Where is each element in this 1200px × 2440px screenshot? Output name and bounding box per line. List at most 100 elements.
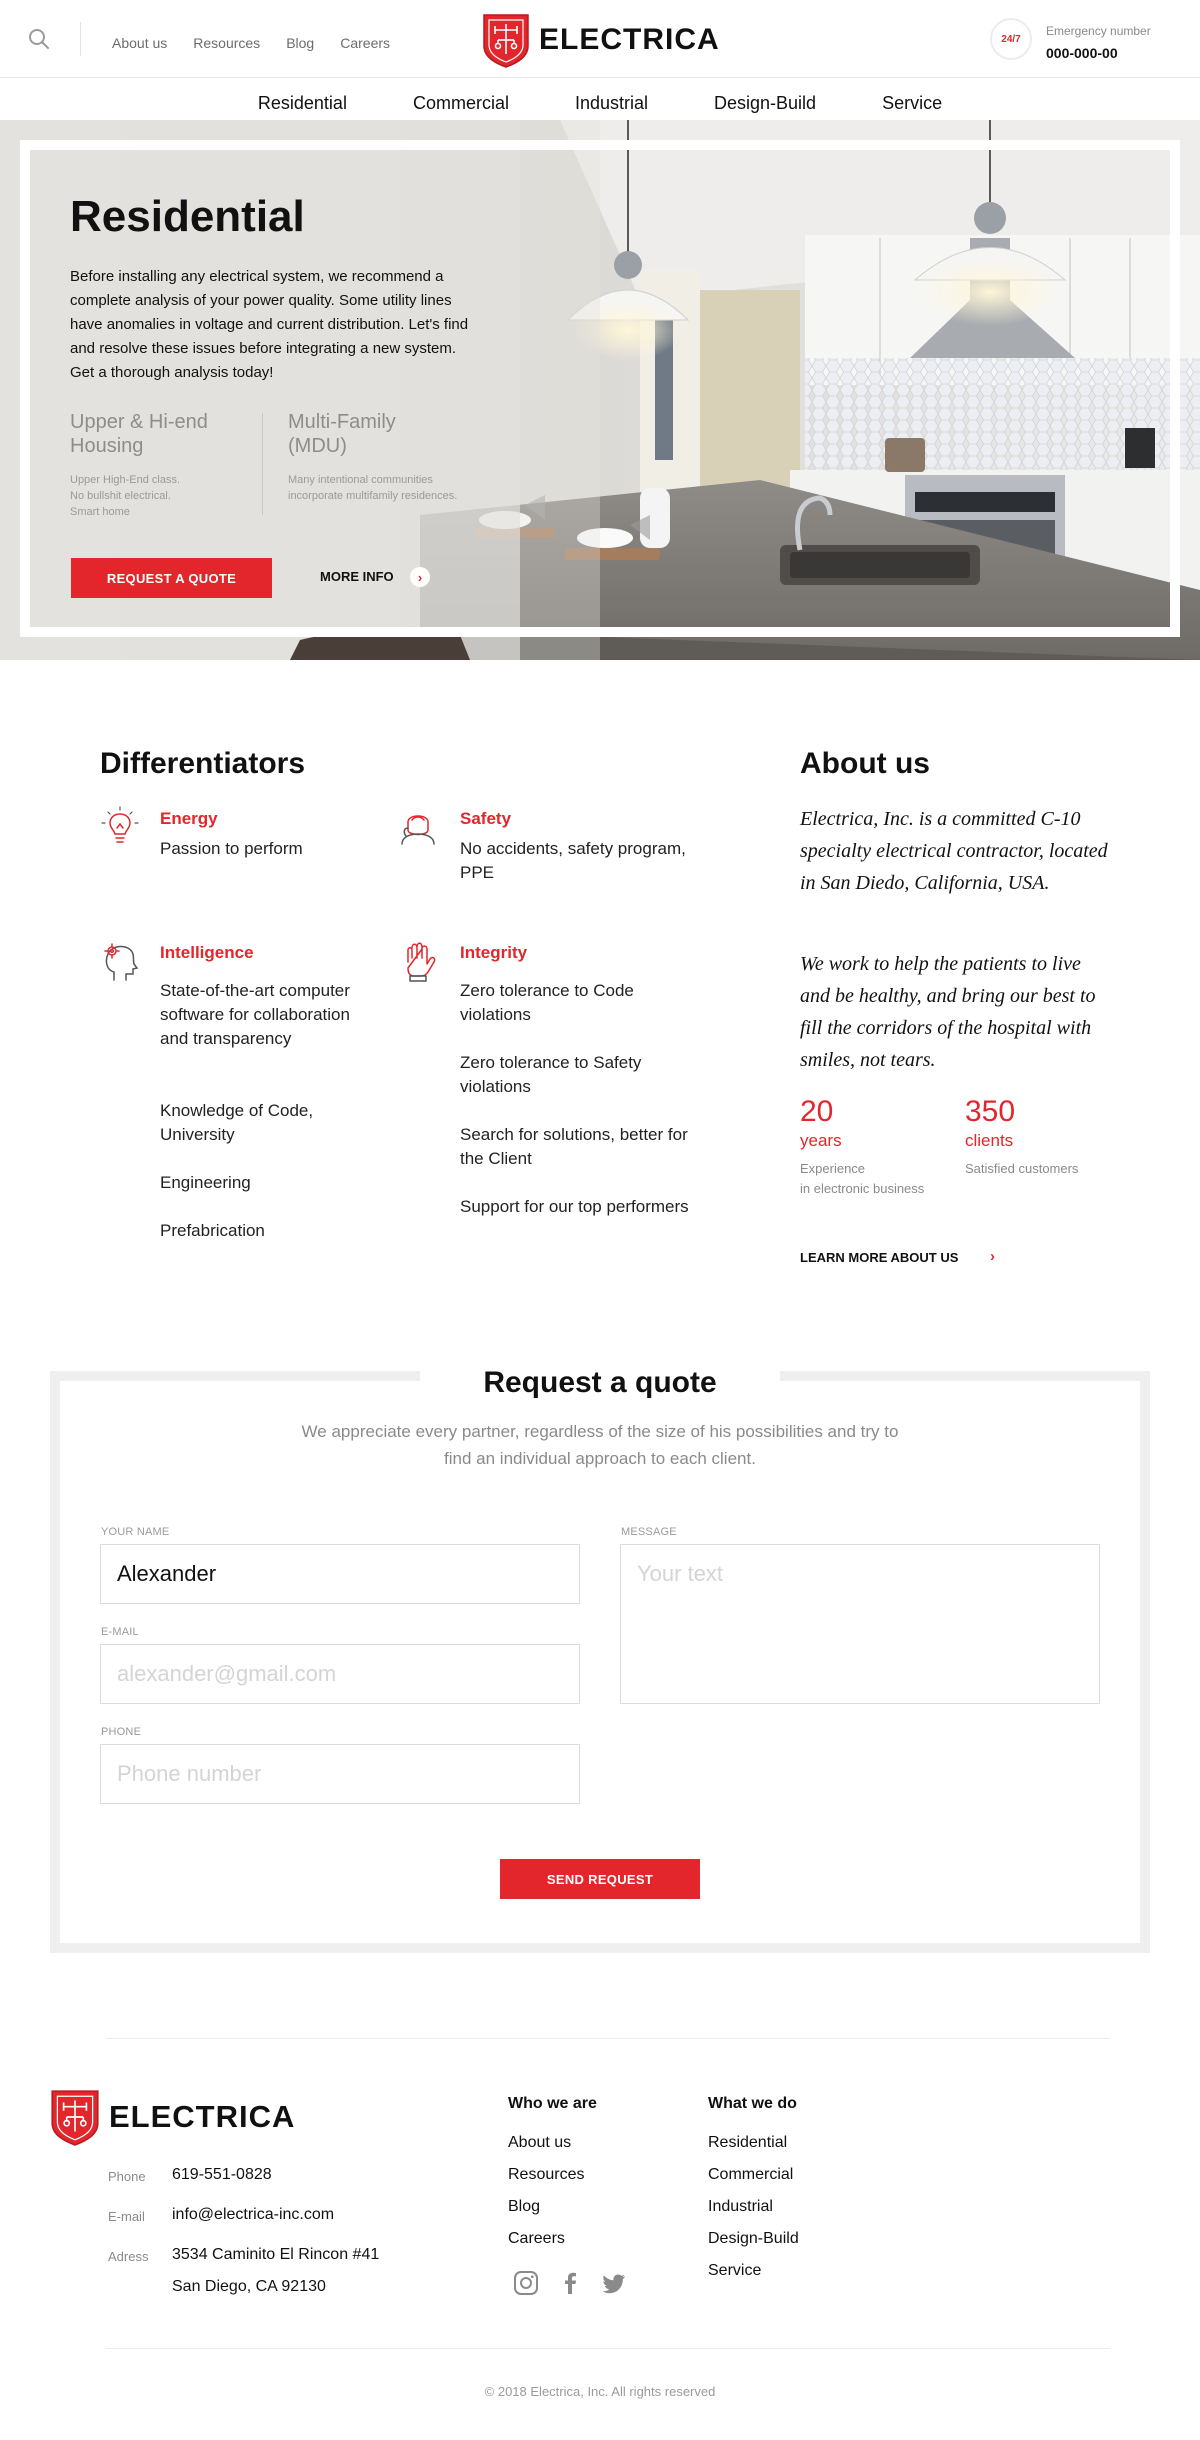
footer-link-resources[interactable]: Resources: [508, 2166, 584, 2184]
site-header: About us Resources Blog Careers ELECTRIC…: [0, 0, 1200, 78]
feature-text: Many intentional communities incorporate…: [288, 474, 458, 502]
footer-address-line-1: 3534 Caminito El Rincon #41: [172, 2246, 380, 2263]
diff-text: No accidents, safety program, PPE: [460, 839, 686, 882]
footer-link-residential[interactable]: Residential: [708, 2134, 787, 2152]
email-label: E-mail: [108, 2209, 145, 2224]
stat-desc-line: Satisfied customers: [965, 1161, 1079, 1176]
hero-feature-mdu: Multi-Family (MDU) Many intentional comm…: [288, 410, 488, 504]
main-nav-service[interactable]: Service: [882, 78, 942, 120]
footer-phone[interactable]: 619-551-0828: [172, 2166, 272, 2184]
quote-subtitle: We appreciate every partner, regardless …: [301, 1422, 899, 1468]
top-nav-blog[interactable]: Blog: [286, 35, 314, 51]
emergency-number[interactable]: 000-000-00: [1046, 45, 1118, 61]
message-label: MESSAGE: [621, 1526, 677, 1538]
footer-link-careers[interactable]: Careers: [508, 2230, 565, 2248]
logo[interactable]: ELECTRICA: [482, 12, 720, 68]
divider: [106, 2038, 1110, 2039]
quote-title: Request a quote: [483, 1366, 717, 1399]
footer-link-commercial[interactable]: Commercial: [708, 2166, 793, 2184]
intelligence-icon: [104, 943, 139, 981]
phone-label: PHONE: [101, 1726, 142, 1738]
what-we-do-title: What we do: [708, 2095, 797, 2112]
main-nav-commercial[interactable]: Commercial: [413, 78, 509, 120]
diff-text: Engineering: [160, 1173, 251, 1192]
stat-desc-line: Experience: [800, 1161, 866, 1176]
feature-title: Multi-Family (MDU): [288, 411, 396, 457]
stat-unit: years: [800, 1131, 842, 1150]
phone-field[interactable]: [100, 1744, 580, 1804]
email-field[interactable]: [100, 1644, 580, 1704]
diff-text: Passion to perform: [160, 839, 303, 858]
send-request-button[interactable]: SEND REQUEST: [500, 1859, 700, 1899]
top-nav-about[interactable]: About us: [112, 35, 167, 51]
name-field[interactable]: [100, 1544, 580, 1604]
search-icon[interactable]: [27, 27, 51, 51]
more-info-link[interactable]: MORE INFO: [320, 569, 394, 584]
brand-name: ELECTRICA: [539, 23, 720, 56]
hero-title: Residential: [70, 192, 305, 241]
diff-text: Zero tolerance to Code violations: [460, 981, 634, 1024]
copyright: © 2018 Electrica, Inc. All rights reserv…: [484, 2384, 716, 2399]
about-paragraph-1: Electrica, Inc. is a committed C-10 spec…: [800, 808, 1108, 894]
main-nav-industrial[interactable]: Industrial: [575, 78, 648, 120]
feature-title: Upper & Hi-end Housing: [70, 411, 208, 457]
stat-number: 20: [800, 1095, 834, 1128]
diff-head-safety: Safety: [460, 809, 512, 828]
message-field[interactable]: [620, 1544, 1100, 1704]
stat-number: 350: [965, 1095, 1016, 1128]
main-nav-residential[interactable]: Residential: [258, 78, 347, 120]
chevron-right-icon[interactable]: ›: [410, 567, 430, 587]
divider: [106, 2348, 1110, 2349]
footer-email[interactable]: info@electrica-inc.com: [172, 2206, 334, 2224]
footer-logo[interactable]: ELECTRICA: [50, 2088, 295, 2146]
lightbulb-icon: [101, 806, 139, 843]
diff-head-intelligence: Intelligence: [160, 943, 254, 962]
divider: [80, 22, 81, 56]
facebook-icon[interactable]: [557, 2270, 583, 2296]
diff-text: Knowledge of Code, University: [160, 1101, 314, 1144]
top-nav-careers[interactable]: Careers: [340, 35, 390, 51]
about-paragraph-2: We work to help the patients to live and…: [800, 953, 1096, 1071]
safety-icon: [401, 815, 435, 845]
brand-name: ELECTRICA: [109, 2099, 296, 2134]
logo-shield-icon: [483, 14, 529, 68]
footer-link-service[interactable]: Service: [708, 2262, 761, 2280]
differentiators-title: Differentiators: [100, 747, 306, 780]
learn-more-link[interactable]: LEARN MORE ABOUT US: [800, 1250, 958, 1265]
top-nav-resources[interactable]: Resources: [193, 35, 260, 51]
phone-label: Phone: [108, 2169, 146, 2184]
request-quote-button[interactable]: REQUEST A QUOTE: [71, 558, 272, 598]
hand-icon: [407, 942, 436, 982]
emergency-label: Emergency number: [1046, 24, 1151, 38]
diff-text: Prefabrication: [160, 1221, 265, 1240]
main-nav-design-build[interactable]: Design-Build: [714, 78, 816, 120]
footer-link-industrial[interactable]: Industrial: [708, 2198, 773, 2216]
top-nav: About us Resources Blog Careers: [112, 35, 390, 51]
diff-text: Zero tolerance to Safety violations: [460, 1053, 642, 1096]
hero-description: Before installing any electrical system,…: [70, 268, 469, 381]
stat-desc: Satisfied customers: [965, 1159, 1078, 1179]
twitter-icon[interactable]: [601, 2270, 627, 2296]
who-we-are-title: Who we are: [508, 2095, 597, 2112]
logo-shield-icon: [51, 2090, 99, 2146]
footer-link-about[interactable]: About us: [508, 2134, 571, 2152]
emergency-badge: 24/7: [990, 18, 1032, 60]
footer-link-blog[interactable]: Blog: [508, 2198, 540, 2216]
chevron-right-icon[interactable]: ›: [990, 1248, 995, 1265]
footer-address-line-2: San Diego, CA 92130: [172, 2278, 326, 2295]
footer-link-design-build[interactable]: Design-Build: [708, 2230, 799, 2248]
feature-divider: [262, 413, 263, 515]
diff-head-energy: Energy: [160, 809, 218, 828]
hero: Residential Before installing any electr…: [0, 120, 1200, 660]
name-label: YOUR NAME: [101, 1526, 170, 1538]
diff-text: State-of-the-art computer software for c…: [160, 981, 350, 1048]
hero-feature-housing: Upper & Hi-end Housing Upper High-End cl…: [70, 410, 270, 520]
diff-text: Search for solutions, better for the Cli…: [460, 1125, 688, 1168]
email-label: E-MAIL: [101, 1626, 139, 1638]
main-nav: Residential Commercial Industrial Design…: [0, 78, 1200, 120]
instagram-icon[interactable]: [513, 2270, 539, 2296]
stat-desc: Experience in electronic business: [800, 1159, 924, 1199]
address-label: Adress: [108, 2249, 149, 2264]
diff-head-integrity: Integrity: [460, 943, 528, 962]
about-title: About us: [800, 747, 930, 780]
